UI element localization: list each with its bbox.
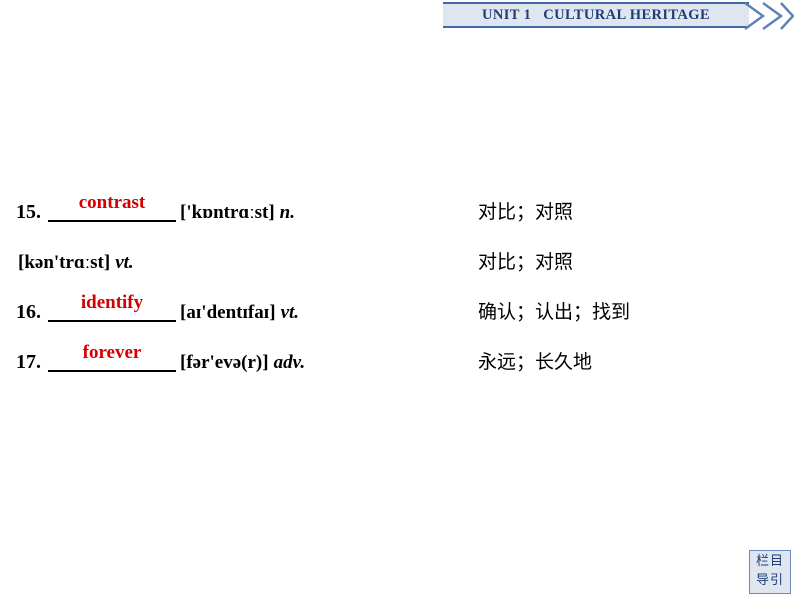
section-navigation-button[interactable]: 栏目 导引 bbox=[749, 550, 791, 594]
entry-number: 16. bbox=[16, 301, 41, 323]
vocabulary-row: 15. contrast ['kɒntrɑːst] n. 对比；对照 bbox=[0, 186, 794, 236]
part-of-speech: n. bbox=[279, 202, 295, 223]
vocabulary-entry-main: [kən'trɑːst] vt. bbox=[16, 236, 134, 272]
blank-underline bbox=[48, 370, 176, 372]
answer-blank[interactable]: contrast bbox=[46, 188, 178, 222]
entry-number: 15. bbox=[16, 201, 41, 223]
part-of-speech: vt. bbox=[280, 302, 300, 323]
answer-text: forever bbox=[82, 342, 142, 363]
phonetic-transcription: [aɪ'dentɪfaɪ] bbox=[180, 302, 276, 323]
double-chevron-right-icon bbox=[743, 1, 794, 31]
nav-button-line2: 导引 bbox=[755, 573, 784, 588]
nav-button-line1: 栏目 bbox=[755, 554, 784, 570]
vocabulary-row: 17. forever [fər'evə(r)] adv. 永远；长久地 bbox=[0, 336, 794, 386]
answer-text: contrast bbox=[78, 192, 146, 213]
answer-blank[interactable]: identify bbox=[46, 288, 178, 322]
part-of-speech: vt. bbox=[115, 252, 134, 273]
chinese-meaning: 对比；对照 bbox=[478, 201, 574, 223]
vocabulary-entry-main: 15. contrast ['kɒntrɑːst] n. bbox=[16, 186, 295, 222]
phonetic-transcription: [fər'evə(r)] bbox=[180, 352, 269, 373]
chinese-meaning: 确认；认出；找到 bbox=[478, 301, 631, 323]
blank-underline bbox=[48, 220, 176, 222]
vocabulary-entry-main: 17. forever [fər'evə(r)] adv. bbox=[16, 336, 305, 372]
chinese-meaning: 对比；对照 bbox=[478, 251, 574, 273]
unit-title: UNIT 1 CULTURAL HERITAGE bbox=[481, 6, 711, 23]
vocabulary-row: [kən'trɑːst] vt. 对比；对照 bbox=[0, 236, 794, 286]
phonetic-transcription: [kən'trɑːst] bbox=[18, 252, 111, 273]
unit-header-banner: UNIT 1 CULTURAL HERITAGE bbox=[443, 0, 794, 33]
answer-blank[interactable]: forever bbox=[46, 338, 178, 372]
answer-text: identify bbox=[80, 292, 144, 313]
unit-title-box: UNIT 1 CULTURAL HERITAGE bbox=[443, 2, 749, 28]
vocabulary-list: 15. contrast ['kɒntrɑːst] n. 对比；对照 [kən'… bbox=[0, 186, 794, 386]
entry-number: 17. bbox=[16, 351, 41, 373]
phonetic-transcription: ['kɒntrɑːst] bbox=[180, 202, 275, 223]
blank-underline bbox=[48, 320, 176, 322]
part-of-speech: adv. bbox=[273, 352, 306, 373]
vocabulary-entry-main: 16. identify [aɪ'dentɪfaɪ] vt. bbox=[16, 286, 299, 322]
vocabulary-row: 16. identify [aɪ'dentɪfaɪ] vt. 确认；认出；找到 bbox=[0, 286, 794, 336]
chinese-meaning: 永远；长久地 bbox=[478, 351, 593, 373]
